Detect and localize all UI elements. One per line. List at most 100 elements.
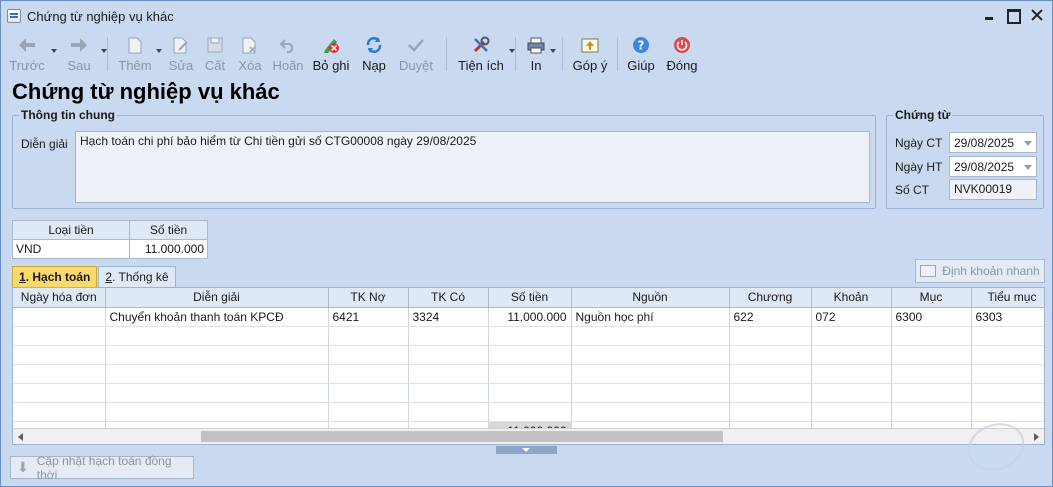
currency-type-cell[interactable]: VND [12, 239, 130, 259]
down-arrow-icon: ⬇ [17, 459, 29, 475]
printer-icon [526, 35, 546, 55]
scroll-left-icon[interactable] [18, 433, 23, 441]
date-ht-field[interactable]: 29/08/2025 [949, 156, 1037, 177]
toolbar-separator [107, 37, 108, 71]
empty-row[interactable] [13, 364, 1044, 384]
tab-statistics[interactable]: 2. Thống kê [98, 266, 176, 287]
approve-button[interactable]: Duyệt [394, 31, 438, 75]
undo-button[interactable]: Hoãn [268, 31, 308, 75]
horizontal-scrollbar[interactable] [13, 428, 1044, 444]
add-button[interactable]: Thêm [116, 31, 162, 75]
chevron-down-icon[interactable] [509, 49, 515, 53]
scroll-right-icon[interactable] [1034, 433, 1039, 441]
reload-button[interactable]: Nạp [354, 31, 394, 75]
scrollbar-thumb[interactable] [201, 431, 723, 442]
cell-description[interactable]: Chuyển khoản thanh toán KPCĐ [105, 307, 329, 327]
col-source[interactable]: Nguồn [571, 288, 730, 308]
cell-invoice-date[interactable] [13, 307, 106, 327]
chevron-down-icon[interactable] [1024, 141, 1032, 146]
toolbar-separator [515, 37, 516, 71]
unpost-button[interactable]: Bỏ ghi [308, 31, 354, 75]
voucher-legend: Chứng từ [893, 108, 953, 122]
date-ct-label: Ngày CT [895, 136, 943, 150]
panel-splitter[interactable] [496, 446, 557, 454]
feedback-icon [580, 35, 600, 55]
floppy-disk-icon [205, 35, 225, 55]
general-info-group: Thông tin chung Diễn giải Hạch toán chi … [12, 108, 876, 209]
grid-header-row: Ngày hóa đơn Diễn giải TK Nợ TK Có Số ti… [13, 288, 1044, 308]
date-ct-field[interactable]: 29/08/2025 [949, 132, 1037, 153]
next-button[interactable]: Sau [59, 31, 107, 75]
prev-button[interactable]: Trước [5, 31, 57, 75]
col-subsection[interactable]: Tiểu mục [971, 288, 1044, 308]
new-document-icon [125, 35, 145, 55]
table-row[interactable]: Chuyển khoản thanh toán KPCĐ 6421 3324 1… [13, 307, 1044, 327]
accounting-grid: Ngày hóa đơn Diễn giải TK Nợ TK Có Số ti… [12, 287, 1045, 445]
window: Chứng từ nghiệp vụ khác Trước Sau Thêm S… [0, 0, 1053, 487]
col-item[interactable]: Khoản [811, 288, 892, 308]
toolbar-separator [562, 37, 563, 71]
help-button[interactable]: ? Giúp [626, 31, 656, 75]
delete-button[interactable]: Xóa [232, 31, 268, 75]
unpost-icon [321, 35, 341, 55]
currency-type-header: Loại tiền [12, 220, 130, 240]
cell-amount[interactable]: 11.000.000 [488, 307, 572, 327]
cell-source[interactable]: Nguồn học phí [571, 307, 730, 327]
maximize-icon[interactable] [1006, 8, 1021, 24]
utilities-button[interactable]: Tiện ích [455, 31, 515, 75]
voucher-number-field[interactable]: NVK00019 [949, 179, 1037, 200]
print-button[interactable]: In [524, 31, 556, 75]
col-amount[interactable]: Số tiền [488, 288, 572, 308]
col-section[interactable]: Mục [891, 288, 972, 308]
voucher-number-label: Số CT [895, 183, 930, 197]
power-icon [672, 35, 692, 55]
empty-row[interactable] [13, 402, 1044, 422]
cell-chapter[interactable]: 622 [729, 307, 812, 327]
save-button[interactable]: Cất [198, 31, 232, 75]
cell-section[interactable]: 6300 [891, 307, 972, 327]
cell-item[interactable]: 072 [811, 307, 892, 327]
feedback-button[interactable]: Góp ý [571, 31, 609, 75]
description-field[interactable]: Hạch toán chi phí bảo hiểm từ Chi tiền g… [75, 131, 870, 203]
toolbar-separator [617, 37, 618, 71]
date-ct-value: 29/08/2025 [954, 136, 1015, 150]
chevron-down-icon[interactable] [51, 49, 57, 53]
quick-entry-button[interactable]: Định khoản nhanh [915, 259, 1045, 283]
tab-accounting[interactable]: 1. Hạch toán [12, 266, 98, 287]
close-window-icon[interactable] [1030, 8, 1044, 22]
calculator-icon [920, 265, 937, 277]
cell-credit-account[interactable]: 3324 [408, 307, 489, 327]
chevron-down-icon[interactable] [156, 49, 162, 53]
checkmark-icon [406, 35, 426, 55]
col-debit-account[interactable]: TK Nợ [328, 288, 409, 308]
update-accounting-button[interactable]: ⬇ Cập nhật hạch toán đồng thời [10, 454, 194, 482]
chevron-down-icon[interactable] [101, 49, 107, 53]
empty-row[interactable] [13, 383, 1044, 403]
col-invoice-date[interactable]: Ngày hóa đơn [13, 288, 106, 308]
minimize-icon[interactable] [982, 8, 996, 22]
arrow-right-icon [69, 35, 89, 55]
toolbar: Trước Sau Thêm Sửa Cất Xóa Hoãn Bỏ ghi N… [1, 31, 1052, 77]
toolbar-separator [446, 37, 447, 71]
edit-button[interactable]: Sửa [164, 31, 198, 75]
date-ht-value: 29/08/2025 [954, 160, 1015, 174]
close-button[interactable]: Đóng [666, 31, 698, 75]
col-description[interactable]: Diễn giải [105, 288, 329, 308]
col-chapter[interactable]: Chương [729, 288, 812, 308]
cell-debit-account[interactable]: 6421 [328, 307, 409, 327]
currency-table: Loại tiền Số tiền VND 11.000.000 [12, 220, 208, 259]
voucher-group: Chứng từ Ngày CT 29/08/2025 Ngày HT 29/0… [886, 108, 1044, 209]
window-title: Chứng từ nghiệp vụ khác [27, 8, 174, 24]
amount-cell[interactable]: 11.000.000 [129, 239, 208, 259]
col-credit-account[interactable]: TK Có [408, 288, 489, 308]
refresh-icon [364, 35, 384, 55]
empty-row[interactable] [13, 345, 1044, 365]
date-ht-label: Ngày HT [895, 160, 943, 174]
description-label: Diễn giải [21, 137, 68, 151]
svg-text:?: ? [638, 39, 645, 53]
chevron-down-icon[interactable] [550, 49, 556, 53]
tab-bar: 1. Hạch toán 2. Thống kê [12, 266, 177, 287]
cell-subsection[interactable]: 6303 [971, 307, 1044, 327]
empty-row[interactable] [13, 326, 1044, 346]
chevron-down-icon[interactable] [1024, 165, 1032, 170]
